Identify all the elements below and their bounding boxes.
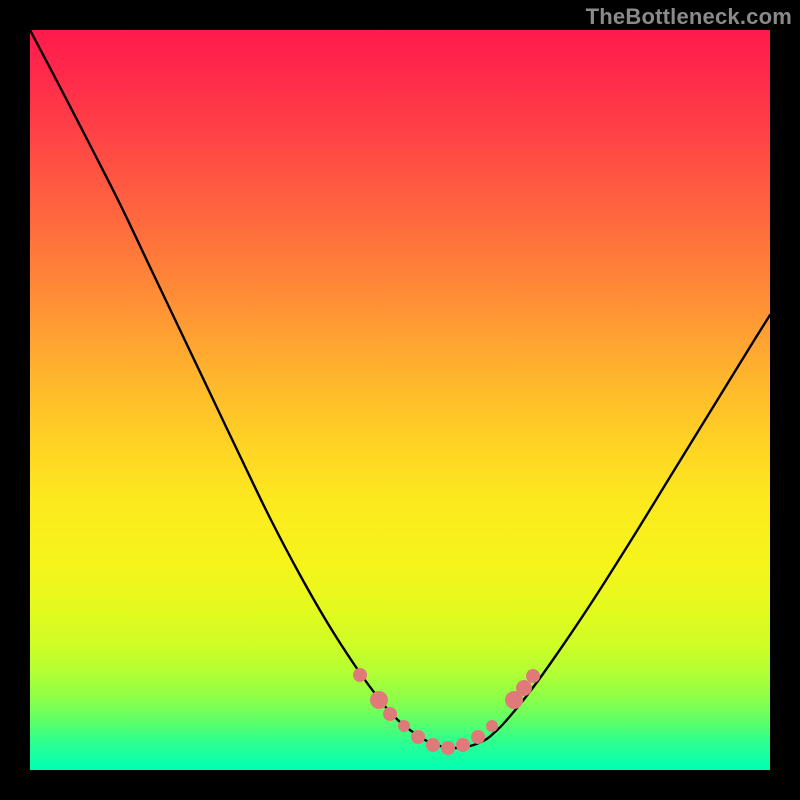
trough-dot — [398, 720, 410, 732]
trough-dots — [353, 668, 540, 755]
trough-dot — [526, 669, 540, 683]
plot-area — [30, 30, 770, 770]
bottleneck-curve — [30, 30, 770, 748]
trough-dot — [441, 741, 455, 755]
frame: TheBottleneck.com — [0, 0, 800, 800]
trough-dot — [426, 738, 440, 752]
chart-svg — [30, 30, 770, 770]
trough-dot — [353, 668, 367, 682]
trough-dot — [383, 707, 397, 721]
watermark-text: TheBottleneck.com — [586, 4, 792, 30]
trough-dot — [486, 720, 498, 732]
trough-dot — [411, 730, 425, 744]
trough-dot — [471, 730, 485, 744]
trough-dot — [516, 680, 532, 696]
trough-dot — [456, 738, 470, 752]
trough-dot — [370, 691, 388, 709]
